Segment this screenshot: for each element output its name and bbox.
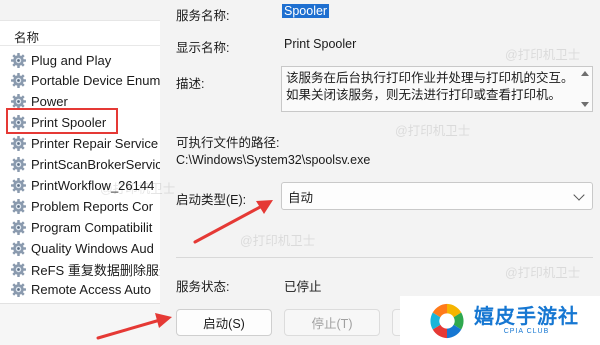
service-list-item-label: Program Compatibilit: [31, 219, 153, 235]
service-status-label: 服务状态:: [176, 280, 230, 294]
gear-icon: [11, 219, 26, 235]
startup-type-label: 启动类型(E):: [176, 193, 247, 207]
exe-path-label: 可执行文件的路径:: [176, 136, 280, 150]
startup-type-select[interactable]: 自动: [281, 182, 593, 210]
service-list-item-label: Problem Reports Cor: [31, 198, 154, 214]
logo-title: 嬉皮手游社: [474, 304, 579, 328]
gear-icon: [11, 240, 26, 256]
column-header-name[interactable]: 名称: [14, 27, 39, 46]
watermark-text: @打印机卫士: [100, 182, 176, 196]
column-header-divider: [0, 45, 160, 46]
scroll-up-arrow-icon[interactable]: [581, 71, 589, 76]
gear-icon: [11, 52, 26, 68]
service-list-item[interactable]: Portable Device Enum: [10, 71, 160, 91]
service-name-value[interactable]: Spooler: [282, 4, 330, 18]
display-name-value[interactable]: Print Spooler: [284, 37, 356, 51]
scroll-down-arrow-icon[interactable]: [581, 102, 589, 107]
service-list-item[interactable]: Plug and Play: [10, 50, 160, 70]
service-list-item-label: Remote Access Auto: [31, 282, 151, 298]
service-list-item-label: Portable Device Enum: [31, 73, 161, 89]
section-divider: [176, 257, 593, 258]
gear-icon: [11, 261, 26, 277]
service-list-item[interactable]: Quality Windows Aud: [10, 238, 160, 258]
logo-icon: [430, 303, 464, 338]
description-textbox[interactable]: 该服务在后台执行打印作业并处理与打印机的交互。如果关闭该服务，则无法进行打印或查…: [281, 66, 593, 112]
service-list-item-label: PrintScanBrokerServic: [31, 157, 161, 172]
service-list-item[interactable]: Printer Repair Service: [10, 134, 160, 154]
service-list-item-label: Printer Repair Service: [31, 136, 159, 152]
service-name-selected-text[interactable]: Spooler: [282, 4, 330, 18]
list-toolbar-strip: [0, 0, 160, 21]
brand-logo: 嬉皮手游社 CPIA CLUB: [400, 296, 600, 345]
gear-icon: [11, 136, 26, 152]
watermark-text: @打印机卫士: [240, 234, 316, 248]
service-name-label: 服务名称:: [176, 9, 230, 23]
selection-highlight-annotation: [6, 108, 118, 134]
watermark-text: @打印机卫士: [395, 124, 471, 138]
list-footer: [0, 303, 160, 345]
watermark-text: @打印机卫士: [505, 266, 581, 280]
gear-icon: [11, 157, 26, 172]
gear-icon: [11, 198, 26, 214]
description-label: 描述:: [176, 77, 205, 91]
service-list-item[interactable]: Problem Reports Cor: [10, 196, 160, 216]
service-list-item[interactable]: Program Compatibilit: [10, 217, 160, 237]
logo-subtitle: CPIA CLUB: [503, 328, 550, 335]
exe-path-value[interactable]: C:\Windows\System32\spoolsv.exe: [176, 153, 370, 167]
gear-icon: [11, 177, 26, 193]
services-list-pane: 名称 Plug and Play Portable Device Enum Powe…: [0, 0, 161, 345]
service-list-item-label: ReFS 重复数据删除服务: [31, 262, 161, 278]
gear-icon: [11, 282, 26, 298]
chevron-down-icon[interactable]: [573, 189, 585, 201]
gear-icon: [11, 73, 26, 89]
start-button[interactable]: 启动(S): [176, 309, 272, 336]
service-list-item[interactable]: ReFS 重复数据删除服务: [10, 259, 160, 279]
service-list-item-label: Plug and Play: [31, 52, 112, 68]
logo-wordmark: 嬉皮手游社 CPIA CLUB: [474, 305, 579, 336]
watermark-text: @打印机卫士: [505, 48, 581, 62]
service-list-item[interactable]: PrintScanBrokerServic: [10, 155, 160, 175]
description-text: 该服务在后台执行打印作业并处理与打印机的交互。如果关闭该服务，则无法进行打印或查…: [286, 71, 574, 102]
service-list-item-label: Quality Windows Aud: [31, 240, 154, 256]
service-list-item[interactable]: Remote Access Auto: [10, 280, 160, 300]
service-status-value: 已停止: [284, 280, 322, 294]
startup-type-selected: 自动: [288, 190, 314, 205]
stop-button[interactable]: 停止(T): [284, 309, 380, 336]
display-name-label: 显示名称:: [176, 41, 230, 55]
